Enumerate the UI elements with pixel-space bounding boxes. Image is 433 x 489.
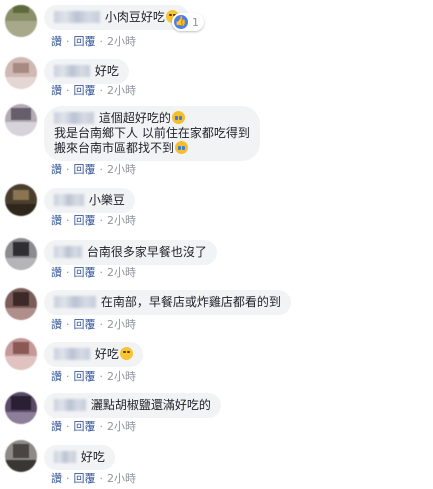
comment-text: 好吃: [80, 450, 105, 464]
smiling-face-icon: [119, 347, 133, 360]
avatar[interactable]: [5, 288, 37, 320]
comment-text-line: 這個超好吃的: [98, 111, 171, 125]
commenter-name[interactable]: [54, 112, 94, 124]
comment-actions: 讚 · 回覆 · 2小時: [51, 472, 136, 485]
comment-bubble: 這個超好吃的 我是台南鄉下人 以前住在家都吃得到 搬來台南市區都找不到: [44, 106, 260, 161]
comment-bubble: 灑點胡椒鹽還滿好吃的: [44, 393, 221, 418]
avatar[interactable]: [5, 5, 37, 37]
comment-bubble: 好吃: [44, 59, 129, 84]
avatar[interactable]: [5, 238, 37, 270]
thumbs-up-icon: 👍: [174, 15, 188, 29]
avatar[interactable]: [5, 104, 37, 136]
comment-actions: 讚 · 回覆 · 2小時: [51, 163, 136, 176]
timestamp[interactable]: 2小時: [107, 472, 136, 485]
comment-text-line: 搬來台南市區都找不到: [54, 141, 175, 155]
timestamp[interactable]: 2小時: [107, 163, 136, 176]
comment-text-line: 我是台南鄉下人 以前住在家都吃得到: [54, 126, 250, 140]
comment-actions: 讚 · 回覆 · 2小時: [51, 35, 136, 48]
like-link[interactable]: 讚: [51, 214, 62, 227]
timestamp[interactable]: 2小時: [107, 84, 136, 97]
reaction-badge[interactable]: 👍 1: [172, 13, 204, 31]
crying-face-icon: [171, 111, 185, 124]
avatar[interactable]: [5, 184, 37, 216]
avatar[interactable]: [5, 440, 37, 472]
like-link[interactable]: 讚: [51, 472, 62, 485]
avatar[interactable]: [5, 57, 37, 89]
reply-link[interactable]: 回覆: [74, 35, 96, 48]
reply-link[interactable]: 回覆: [74, 472, 96, 485]
comment-text: 好吃: [94, 64, 119, 78]
like-link[interactable]: 讚: [51, 420, 62, 433]
timestamp[interactable]: 2小時: [107, 420, 136, 433]
reply-link[interactable]: 回覆: [74, 84, 96, 97]
like-link[interactable]: 讚: [51, 163, 62, 176]
comment-bubble: 好吃: [44, 342, 143, 367]
timestamp[interactable]: 2小時: [107, 318, 136, 331]
comment-actions: 讚 · 回覆 · 2小時: [51, 214, 136, 227]
like-link[interactable]: 讚: [51, 84, 62, 97]
timestamp[interactable]: 2小時: [107, 214, 136, 227]
avatar[interactable]: [5, 392, 37, 424]
reply-link[interactable]: 回覆: [74, 318, 96, 331]
commenter-name[interactable]: [54, 451, 76, 463]
commenter-name[interactable]: [54, 399, 86, 411]
commenter-name[interactable]: [54, 246, 82, 258]
comment-bubble: 台南很多家早餐也沒了: [44, 240, 217, 265]
comment-actions: 讚 · 回覆 · 2小時: [51, 84, 136, 97]
comment-bubble: 在南部，早餐店或炸雞店都看的到: [44, 290, 291, 315]
commenter-name[interactable]: [54, 65, 90, 77]
commenter-name[interactable]: [54, 348, 90, 360]
like-link[interactable]: 讚: [51, 35, 62, 48]
reaction-count: 1: [192, 15, 199, 29]
commenter-name[interactable]: [54, 194, 84, 206]
comment-text: 台南很多家早餐也沒了: [86, 245, 207, 259]
comment-text: 小樂豆: [88, 193, 125, 207]
reply-link[interactable]: 回覆: [74, 420, 96, 433]
comment-text: 灑點胡椒鹽還滿好吃的: [90, 398, 211, 412]
reply-link[interactable]: 回覆: [74, 214, 96, 227]
comment-text: 好吃: [94, 347, 119, 361]
like-link[interactable]: 讚: [51, 318, 62, 331]
reply-link[interactable]: 回覆: [74, 163, 96, 176]
comment-text: 小肉豆好吃: [104, 10, 165, 24]
like-link[interactable]: 讚: [51, 370, 62, 383]
comment-bubble: 小肉豆好吃: [44, 5, 189, 30]
comment-actions: 讚 · 回覆 · 2小時: [51, 266, 136, 279]
reply-link[interactable]: 回覆: [74, 266, 96, 279]
comment-text: 在南部，早餐店或炸雞店都看的到: [100, 295, 281, 309]
comment-bubble: 小樂豆: [44, 188, 135, 213]
timestamp[interactable]: 2小時: [107, 266, 136, 279]
reply-link[interactable]: 回覆: [74, 370, 96, 383]
timestamp[interactable]: 2小時: [107, 370, 136, 383]
comment-actions: 讚 · 回覆 · 2小時: [51, 318, 136, 331]
avatar[interactable]: [5, 338, 37, 370]
comment-actions: 讚 · 回覆 · 2小時: [51, 420, 136, 433]
commenter-name[interactable]: [54, 296, 96, 308]
comment-actions: 讚 · 回覆 · 2小時: [51, 370, 136, 383]
timestamp[interactable]: 2小時: [107, 35, 136, 48]
commenter-name[interactable]: [54, 11, 100, 23]
like-link[interactable]: 讚: [51, 266, 62, 279]
crying-face-icon: [175, 141, 189, 154]
comment-bubble: 好吃: [44, 445, 115, 470]
